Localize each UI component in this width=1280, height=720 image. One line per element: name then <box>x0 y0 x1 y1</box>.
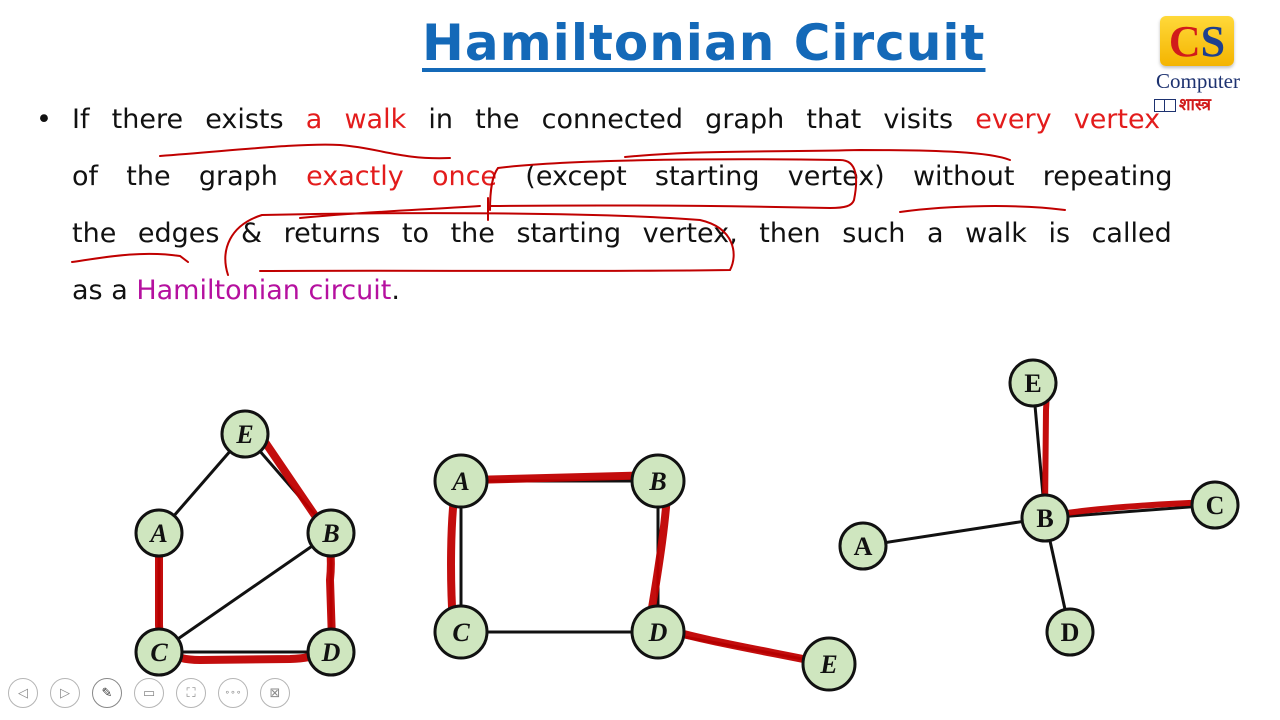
vertex-label: D <box>1061 618 1080 647</box>
edge-B-C <box>158 531 332 654</box>
vertex-label: C <box>150 638 168 667</box>
vertex-label: E <box>235 420 253 449</box>
end-show-button[interactable]: ⊠ <box>260 678 290 708</box>
presentation-toolbar: ◁ ▷ ✎ ▭ ⛶ ∘∘∘ ⊠ <box>8 678 290 708</box>
vertex-label: B <box>321 519 339 548</box>
vertex-label: E <box>1024 369 1041 398</box>
zoom-slide-button[interactable]: ⛶ <box>176 678 206 708</box>
vertex-label: C <box>452 618 470 647</box>
pen-tool-button[interactable]: ✎ <box>92 678 122 708</box>
pen-icon: ✎ <box>101 685 113 701</box>
arrow-left-icon: ◁ <box>18 685 28 701</box>
graph-2: A B C D E <box>433 453 857 692</box>
previous-slide-button[interactable]: ◁ <box>8 678 38 708</box>
more-icon: ∘∘∘ <box>224 688 242 698</box>
more-options-button[interactable]: ∘∘∘ <box>218 678 248 708</box>
subtitles-icon: ▭ <box>142 685 156 701</box>
graph-diagrams: E A B C D A B C D E E A B C D <box>134 358 1240 692</box>
highlighted-path-annotation <box>1042 389 1215 517</box>
graph-1: E A B C D <box>134 409 356 677</box>
subtitles-button[interactable]: ▭ <box>134 678 164 708</box>
vertex-label: A <box>148 519 167 548</box>
vertex-label: A <box>854 532 873 561</box>
vertex-label: D <box>321 638 341 667</box>
vertex-label: C <box>1206 491 1225 520</box>
edge-A-B <box>862 516 1046 548</box>
vertex-label: B <box>1036 504 1053 533</box>
vertex-label: D <box>648 618 668 647</box>
vertex-label: B <box>648 467 666 496</box>
zoom-icon: ⛶ <box>186 685 196 701</box>
vertex-label: A <box>450 467 469 496</box>
end-show-icon: ⊠ <box>269 685 281 701</box>
vertex-label: E <box>819 650 837 679</box>
next-slide-button[interactable]: ▷ <box>50 678 80 708</box>
graph-3: E A B C D <box>838 358 1240 657</box>
arrow-right-icon: ▷ <box>60 685 70 701</box>
